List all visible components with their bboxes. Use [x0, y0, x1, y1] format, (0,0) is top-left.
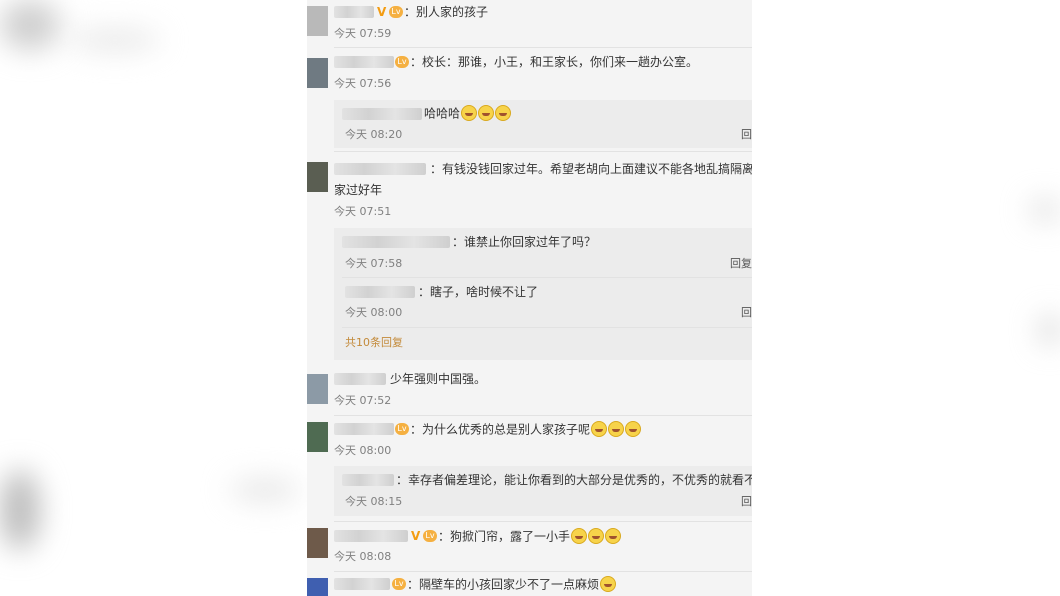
comment-item: V Lv ：狗掀门帘，露了一小手 今天 08:08 [307, 522, 752, 572]
comment-panel: V Lv ：别人家的孩子 今天 07:59 Lv ：校长：那谁，小王，和王家长，… [307, 0, 752, 596]
comment-item: ：有钱没钱回家过年。希望老胡向上面建议不能各地乱搞隔离政策 家过好年 今天 07… [307, 152, 752, 364]
level-badge-icon: Lv [392, 578, 406, 590]
comment-item: 少年强则中国强。 今天 07:52 [307, 364, 752, 416]
divider [342, 327, 752, 328]
background-blur [1040, 315, 1060, 345]
comment-text: ：为什么优秀的总是别人家孩子呢 [410, 421, 642, 438]
laugh-emoji-icon [571, 528, 588, 544]
comment-text: ：校长：那谁，小王，和王家长，你们来一趟办公室。 [410, 55, 699, 69]
nickname-blurred[interactable] [334, 163, 426, 175]
reply-time: 今天 08:00 [345, 306, 403, 319]
laugh-emoji-icon [608, 421, 625, 437]
reply-button[interactable]: 回 [741, 495, 752, 508]
avatar[interactable] [307, 162, 328, 192]
comment-text: 家过好年 [334, 183, 383, 197]
background-blur [70, 30, 160, 50]
comment-text: 少年强则中国强。 [390, 372, 487, 386]
level-badge-icon: Lv [389, 6, 403, 18]
fox-emoji-icon [600, 576, 617, 592]
reply-button[interactable]: 回 [741, 306, 752, 319]
level-badge-icon: Lv [395, 423, 409, 435]
reply-text: ：幸存者偏差理论，能让你看到的大部分是优秀的，不优秀的就看不到了 [396, 473, 752, 487]
comment-text: ：有钱没钱回家过年。希望老胡向上面建议不能各地乱搞隔离政策 [430, 162, 752, 176]
comment-time: 今天 07:59 [334, 27, 392, 40]
reply-list: ：谁禁止你回家过年了吗？ 今天 07:58 回复 ：瞎子，啥时候不让了 今天 0… [334, 228, 752, 360]
reply-list: ：幸存者偏差理论，能让你看到的大部分是优秀的，不优秀的就看不到了 今天 08:1… [334, 466, 752, 516]
reply-text: 哈哈哈 [424, 105, 512, 122]
reply-button[interactable]: 回复 [730, 257, 752, 270]
nickname-blurred[interactable] [334, 6, 374, 18]
divider [342, 277, 752, 278]
background-blur [230, 480, 300, 500]
laugh-emoji-icon [605, 528, 622, 544]
avatar[interactable] [307, 578, 328, 596]
laugh-emoji-icon [625, 421, 642, 437]
more-replies-link[interactable]: 共10条回复 [345, 336, 403, 349]
comment-time: 今天 07:56 [334, 77, 392, 90]
laugh-emoji-icon [478, 105, 495, 121]
nickname-blurred[interactable] [334, 56, 394, 68]
comment-text-content: ：为什么优秀的总是别人家孩子呢 [410, 422, 591, 437]
background-blur [0, 470, 40, 550]
nickname-blurred[interactable] [342, 108, 422, 120]
nickname-blurred[interactable] [334, 373, 386, 385]
level-badge-icon: Lv [423, 530, 437, 542]
nickname-blurred[interactable] [334, 423, 394, 435]
avatar[interactable] [307, 422, 328, 452]
nickname-blurred[interactable] [345, 286, 415, 298]
verified-badge-icon: V [377, 5, 387, 19]
reply-time: 今天 07:58 [345, 257, 403, 270]
laugh-emoji-icon [495, 105, 512, 121]
background-blur [0, 0, 60, 50]
reply-button[interactable]: 回 [741, 128, 752, 141]
reply-text: ：瞎子，啥时候不让了 [418, 285, 539, 299]
comment-text-content: ：狗掀门帘，露了一小手 [438, 529, 571, 544]
nickname-blurred[interactable] [342, 474, 394, 486]
nickname-blurred[interactable] [334, 578, 390, 590]
comment-item: Lv ：校长：那谁，小王，和王家长，你们来一趟办公室。 今天 07:56 哈哈哈… [307, 48, 752, 152]
avatar[interactable] [307, 528, 328, 558]
reply-text: ：谁禁止你回家过年了吗？ [452, 235, 597, 249]
comment-text-content: ：隔壁车的小孩回家少不了一点麻烦 [407, 577, 600, 592]
nickname-blurred[interactable] [342, 236, 450, 248]
comment-time: 今天 08:08 [334, 550, 392, 563]
comment-text: ：隔壁车的小孩回家少不了一点麻烦 [407, 576, 617, 593]
avatar[interactable] [307, 374, 328, 404]
laugh-emoji-icon [588, 528, 605, 544]
reply-time: 今天 08:20 [345, 128, 403, 141]
comment-time: 今天 07:52 [334, 394, 392, 407]
comment-time: 今天 07:51 [334, 205, 392, 218]
background-blur [1030, 200, 1060, 220]
comment-item: V Lv ：别人家的孩子 今天 07:59 [307, 0, 752, 48]
comment-item: Lv ：隔壁车的小孩回家少不了一点麻烦 [307, 572, 752, 596]
laugh-emoji-icon [591, 421, 608, 437]
comment-text: ：狗掀门帘，露了一小手 [438, 528, 622, 545]
comment-item: Lv ：为什么优秀的总是别人家孩子呢 今天 08:00 ：幸存者偏差理论，能让你… [307, 416, 752, 522]
laugh-emoji-icon [461, 105, 478, 121]
avatar[interactable] [307, 6, 328, 36]
comment-time: 今天 08:00 [334, 444, 392, 457]
comment-text: ：别人家的孩子 [404, 5, 489, 19]
verified-badge-icon: V [411, 529, 421, 543]
reply-time: 今天 08:15 [345, 495, 403, 508]
nickname-blurred[interactable] [334, 530, 408, 542]
reply-text-content: 哈哈哈 [424, 106, 461, 121]
reply-list: 哈哈哈 今天 08:20 回 [334, 100, 752, 148]
level-badge-icon: Lv [395, 56, 409, 68]
avatar[interactable] [307, 58, 328, 88]
